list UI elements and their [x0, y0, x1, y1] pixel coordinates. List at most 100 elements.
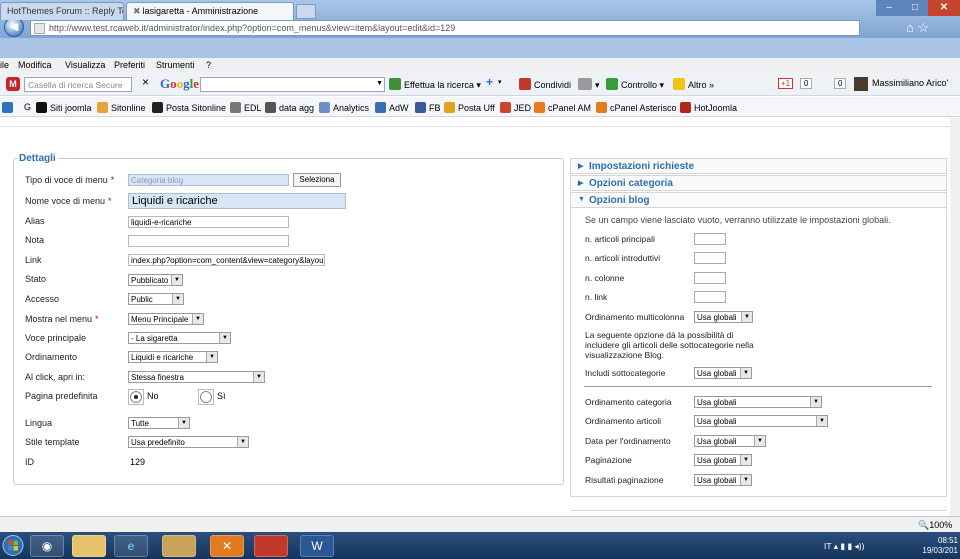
plus-button[interactable]: +	[486, 75, 493, 89]
zoom-level[interactable]: 🔍100%	[918, 520, 952, 531]
ordinamento-select[interactable]: Liquidi e ricariche ▼	[128, 351, 218, 363]
minimize-button[interactable]: –	[876, 0, 902, 16]
seleziona-button[interactable]: Seleziona	[293, 173, 341, 187]
accordion-opzioni-blog[interactable]: ▼ Opzioni blog	[570, 192, 947, 208]
share-button[interactable]: Condividi	[519, 78, 571, 90]
address-bar[interactable]: http://www.test.rcaweb.it/administrator/…	[30, 20, 860, 36]
bookmark-siti-joomla[interactable]: Siti joomla	[36, 102, 92, 113]
sitonline-icon	[97, 102, 108, 113]
radio-no[interactable]	[130, 391, 142, 403]
link-count-input[interactable]	[694, 291, 726, 303]
check-button[interactable]: Controllo ▾	[606, 78, 664, 91]
new-tab-button[interactable]	[296, 4, 316, 19]
bookmark-sitonline[interactable]: Sitonline	[97, 102, 146, 113]
shield-icon[interactable]: M	[6, 77, 20, 91]
voce-select[interactable]: - La sigaretta ▼	[128, 332, 231, 344]
plus-dropdown-icon[interactable]: ▾	[498, 78, 502, 86]
menu-help[interactable]: ?	[206, 60, 211, 70]
notification-count[interactable]: 0	[834, 78, 847, 89]
accordion-opzioni-categoria[interactable]: ▶ Opzioni categoria	[570, 175, 947, 191]
nota-field[interactable]	[128, 235, 289, 247]
chevron-down-icon: ▼	[740, 368, 751, 378]
sottocategorie-select[interactable]: Usa globali ▼	[694, 367, 752, 379]
dropdown-arrow-icon: ▼	[376, 80, 383, 87]
ord-categoria-select[interactable]: Usa globali ▼	[694, 396, 822, 408]
internet-explorer-icon[interactable]: e	[114, 535, 148, 557]
bookmark-g[interactable]: G	[24, 102, 31, 112]
bookmark-cpanel-asterisco[interactable]: cPanel Asterisco	[596, 102, 677, 113]
back-button[interactable]: ◀	[4, 17, 24, 37]
xampp-icon[interactable]: ✕	[210, 535, 244, 557]
nome-label: Nome voce di menu *	[25, 196, 112, 206]
stato-select[interactable]: Pubblicato ▼	[128, 274, 183, 286]
articoli-introduttivi-input[interactable]	[694, 252, 726, 264]
gplus-button[interactable]: +1	[778, 78, 794, 89]
paginazione-select[interactable]: Usa globali ▼	[694, 454, 752, 466]
user-name[interactable]: Massimiliano Arico'	[872, 78, 948, 88]
bookmark-hotjoomla[interactable]: HotJoomla	[680, 102, 737, 113]
bookmark-edl[interactable]: EDL	[230, 102, 262, 113]
menu-strumenti[interactable]: Strumenti	[156, 60, 195, 70]
clock[interactable]: 08:51 19/03/201	[914, 536, 958, 556]
bookmark-cpanel-am[interactable]: cPanel AM	[534, 102, 591, 113]
menu-modifica[interactable]: Modifica	[18, 60, 52, 70]
separator-line	[584, 386, 932, 387]
accordion-impostazioni[interactable]: ▶ Impostazioni richieste	[570, 158, 947, 174]
bookmark-data-agg[interactable]: data agg	[265, 102, 314, 113]
lingua-select[interactable]: Tutte ▼	[128, 417, 190, 429]
bookmark-label: Siti joomla	[50, 103, 92, 113]
alias-field[interactable]: liquidi-e-ricariche	[128, 216, 289, 228]
google-search-input[interactable]: ▼	[200, 77, 385, 92]
avatar[interactable]	[854, 77, 868, 91]
mostra-select[interactable]: Menu Principale ▼	[128, 313, 204, 325]
nota-label: Nota	[25, 235, 45, 245]
accesso-select[interactable]: Public ▼	[128, 293, 184, 305]
stato-label: Stato	[25, 274, 47, 284]
close-window-button[interactable]: ✕	[928, 0, 960, 16]
risultati-select[interactable]: Usa globali ▼	[694, 474, 752, 486]
folder-icon[interactable]	[162, 535, 196, 557]
radio-si[interactable]	[200, 391, 212, 403]
search-button[interactable]: Effettua la ricerca ▾	[389, 78, 481, 91]
tab-hotthemes[interactable]: HotThemes Forum :: Reply To...	[0, 2, 124, 20]
presentation-icon[interactable]	[254, 535, 288, 557]
tab-amministrazione[interactable]: ✖ lasigaretta - Amministrazione	[126, 2, 294, 20]
mail-button[interactable]: ▾	[578, 78, 600, 91]
bookmark-square-icon[interactable]	[2, 102, 16, 113]
data-ordinamento-select[interactable]: Usa globali ▼	[694, 435, 766, 447]
bookmark-analytics[interactable]: Analytics	[319, 102, 369, 113]
articoli-principali-input[interactable]	[694, 233, 726, 245]
colonne-input[interactable]	[694, 272, 726, 284]
bookmark-posta-sitonline[interactable]: Posta Sitonline	[152, 102, 226, 113]
bookmark-posta-uff[interactable]: Posta Uff	[444, 102, 495, 113]
bookmark-fb[interactable]: FB	[415, 102, 441, 113]
word-icon[interactable]: W	[300, 535, 334, 557]
link-count-label: n. link	[585, 292, 608, 302]
chevron-down-icon: ▼	[171, 275, 182, 285]
vertical-scrollbar[interactable]	[950, 118, 960, 516]
link-field[interactable]: index.php?option=com_content&view=catego…	[128, 254, 325, 266]
nome-field[interactable]: Liquidi e ricariche	[128, 193, 346, 209]
ord-articoli-select[interactable]: Usa globali ▼	[694, 415, 828, 427]
secure-search-input[interactable]: Casella di ricerca Secure	[24, 77, 132, 92]
gplus-count: 0	[800, 78, 813, 89]
bookmark-label: cPanel Asterisco	[610, 103, 677, 113]
explorer-folder-icon[interactable]	[72, 535, 106, 557]
bookmark-label: AdW	[389, 103, 409, 113]
bookmark-jed[interactable]: JED	[500, 102, 531, 113]
more-button[interactable]: Altro »	[673, 78, 714, 90]
close-toolbar-button[interactable]: ×	[142, 75, 149, 89]
home-icon[interactable]: ⌂ ☆	[906, 20, 929, 36]
multicolonna-select[interactable]: Usa globali ▼	[694, 311, 753, 323]
language-indicator[interactable]: IT	[824, 541, 831, 551]
chrome-icon[interactable]: ◉	[30, 535, 64, 557]
accordion-title: Opzioni categoria	[589, 178, 673, 189]
click-select[interactable]: Stessa finestra ▼	[128, 371, 265, 383]
stile-select[interactable]: Usa predefinito ▼	[128, 436, 249, 448]
bookmark-adw[interactable]: AdW	[375, 102, 409, 113]
start-button[interactable]	[0, 534, 26, 557]
menu-visualizza[interactable]: Visualizza	[65, 60, 105, 70]
maximize-button[interactable]: □	[902, 0, 928, 16]
menu-preferiti[interactable]: Preferiti	[114, 60, 145, 70]
menu-file[interactable]: ile	[0, 60, 9, 70]
